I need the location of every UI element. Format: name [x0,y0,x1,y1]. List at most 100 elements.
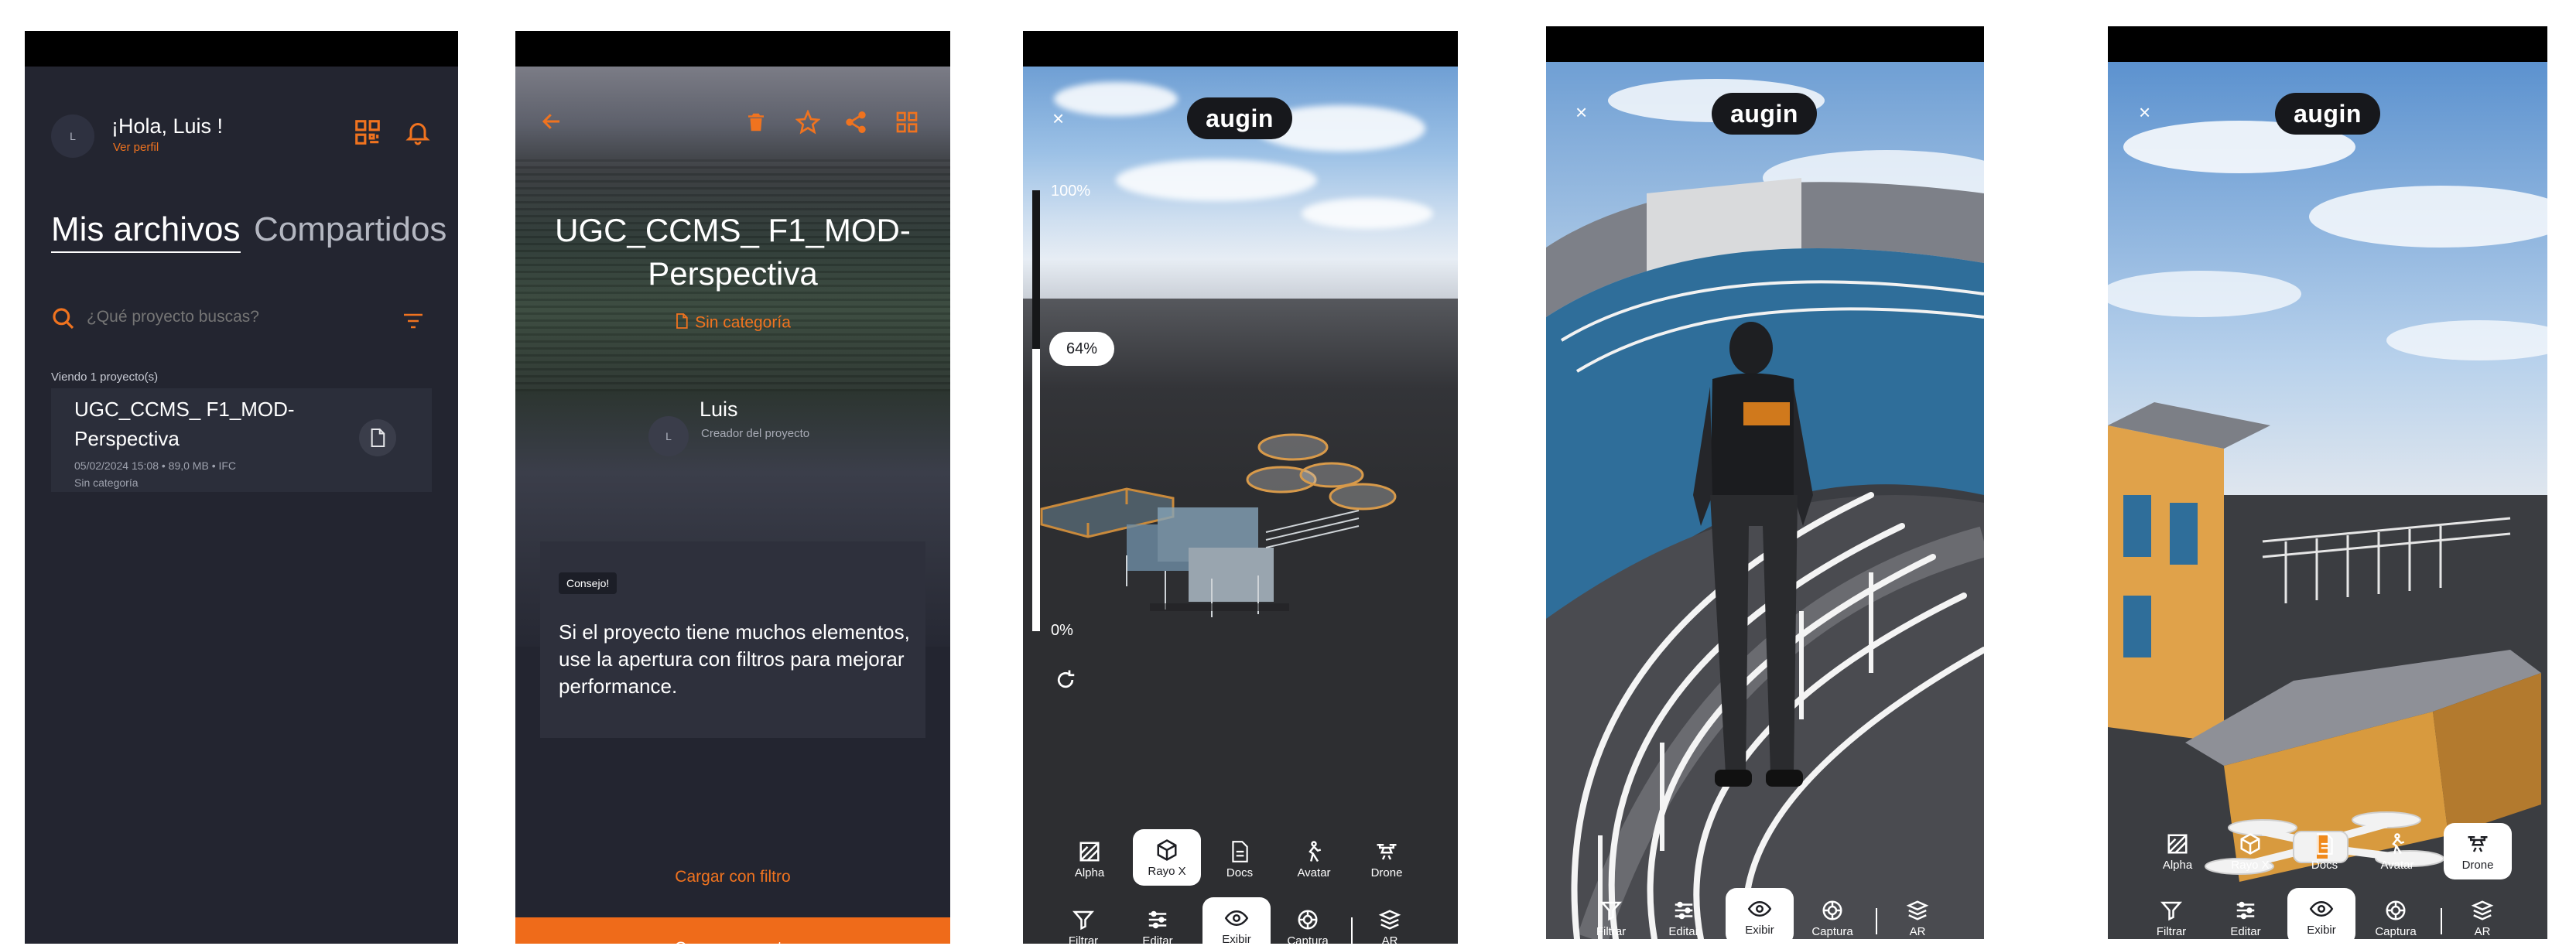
tool-label: Filtrar [2156,925,2187,938]
status-bar [2108,26,2547,62]
document-icon [675,312,689,334]
project-detail-screen: UGC_CCMS_ F1_MOD-Perspectiva Sin categor… [515,67,950,944]
tool-filter[interactable]: Filtrar [1049,908,1117,944]
avatar-scene[interactable] [1546,62,1984,939]
tab-my-files[interactable]: Mis archivos [51,210,241,253]
tool-display[interactable]: Exibir [1726,888,1794,939]
tool-avatar[interactable]: Avatar [1280,840,1348,879]
tool-label: Alpha [2162,859,2193,872]
drone-scene[interactable] [2108,62,2547,939]
tool-label: Drone [2461,859,2494,872]
tool-label: AR [1909,925,1926,938]
tool-ar[interactable]: AR [1356,908,1424,944]
tool-label: Exibir [2307,924,2336,937]
tool-alpha[interactable]: Alpha [2143,832,2212,872]
star-icon[interactable] [795,109,821,138]
tab-shared[interactable]: Compartidos [254,210,446,249]
share-icon[interactable] [843,110,868,138]
tool-label: Rayo X [1148,865,1186,878]
bell-icon[interactable] [404,118,432,151]
project-title: UGC_CCMS_ F1_MOD-Perspectiva [555,212,911,292]
back-arrow-icon[interactable] [539,110,565,137]
phone-xray-viewer: × augin 100% 0% 64% Alpha Rayo X Docs Av… [1023,31,1458,944]
project-card[interactable]: UGC_CCMS_ F1_MOD-Perspectiva 05/02/2024 … [51,388,432,492]
tool-label: Filtrar [1068,934,1099,944]
tool-label: Avatar [1297,866,1331,879]
building-model-xray[interactable] [1034,424,1405,625]
tip-text: Si el proyecto tiene muchos elementos, u… [559,620,910,698]
close-icon[interactable]: × [1575,101,1587,125]
tool-avatar[interactable]: Avatar [2363,832,2431,872]
tool-docs[interactable]: Docs [1206,840,1274,879]
tool-ar[interactable]: AR [1883,899,1952,938]
tool-capture[interactable]: Captura [1798,899,1866,938]
tool-label: Captura [1287,934,1329,944]
tool-label: AR [2474,925,2491,938]
trash-icon[interactable] [744,110,768,138]
results-count: Viendo 1 proyecto(s) [51,371,159,384]
tool-drone[interactable]: Drone [2444,823,2512,879]
search-input[interactable] [87,308,350,326]
tool-capture[interactable]: Captura [2362,899,2430,938]
qr-scan-icon[interactable] [353,118,382,151]
augin-logo: augin [2275,93,2380,135]
tool-label: Filtrar [1596,925,1627,938]
tool-label: Alpha [1074,866,1105,879]
tool-display[interactable]: Exibir [1202,897,1271,944]
tool-label: Docs [1226,866,1254,879]
tool-docs[interactable]: Docs [2290,832,2359,872]
load-with-filter-link[interactable]: Cargar con filtro [515,868,950,886]
close-icon[interactable]: × [2139,101,2150,125]
drone-view-screen: × augin Alpha Rayo X Docs Avatar Drone F… [2108,62,2547,939]
creator-name: Luis [700,398,738,421]
phone-project-detail: UGC_CCMS_ F1_MOD-Perspectiva Sin categor… [515,31,950,944]
tool-filter[interactable]: Filtrar [1577,899,1645,938]
status-bar [1023,31,1458,67]
tool-xray[interactable]: Rayo X [1133,829,1201,886]
slider-max-label: 100% [1051,183,1091,200]
xray-viewer-screen: × augin 100% 0% 64% Alpha Rayo X Docs Av… [1023,67,1458,944]
tool-label: Captura [2375,925,2417,938]
tool-edit[interactable]: Editar [1650,899,1718,938]
augin-logo: augin [1187,97,1292,139]
document-icon[interactable] [359,419,396,456]
view-profile-link[interactable]: Ver perfil [113,141,159,154]
phone-avatar-view: × augin Filtrar Editar Exibir Captura AR [1546,26,1984,939]
slider-value-badge[interactable]: 64% [1049,332,1114,367]
tool-display[interactable]: Exibir [2287,888,2355,939]
tool-xray[interactable]: Rayo X [2216,832,2284,872]
phone-drone-view: × augin Alpha Rayo X Docs Avatar Drone F… [2108,26,2547,939]
creator-role: Creador del proyecto [701,427,810,440]
close-icon[interactable]: × [1052,107,1064,131]
tool-label: Editar [1142,934,1173,944]
tool-edit[interactable]: Editar [2212,899,2280,938]
file-list-screen: L ¡Hola, Luis ! Ver perfil Mis archivos … [25,67,458,944]
tool-label: Avatar [2380,859,2414,872]
augin-logo: augin [1712,93,1817,135]
project-category-label: Sin categoría [695,313,791,332]
creator-avatar: L [648,416,689,456]
tool-label: Exibir [1222,933,1251,944]
grid-icon[interactable] [895,110,919,138]
filter-icon[interactable] [402,312,424,333]
tool-label: AR [1381,934,1398,944]
tool-alpha[interactable]: Alpha [1055,840,1124,879]
tool-filter[interactable]: Filtrar [2137,899,2205,938]
tool-ar[interactable]: AR [2448,899,2516,938]
tool-drone[interactable]: Drone [1353,840,1421,879]
avatar[interactable]: L [51,114,94,158]
load-project-button[interactable]: Cargar proyecto [515,917,950,944]
refresh-icon[interactable] [1054,668,1077,695]
search-icon [51,306,76,335]
project-title: UGC_CCMS_ F1_MOD-Perspectiva [74,398,295,450]
tool-edit[interactable]: Editar [1124,908,1192,944]
tool-label: Rayo X [2231,859,2270,872]
tool-label: Drone [1370,866,1403,879]
tool-capture[interactable]: Captura [1274,908,1342,944]
tool-label: Editar [1668,925,1699,938]
status-bar [25,31,458,67]
toolbar-divider [1876,908,1877,934]
tip-card: Consejo! Si el proyecto tiene muchos ele… [540,541,925,738]
status-bar [1546,26,1984,62]
toolbar-divider [1351,917,1353,944]
